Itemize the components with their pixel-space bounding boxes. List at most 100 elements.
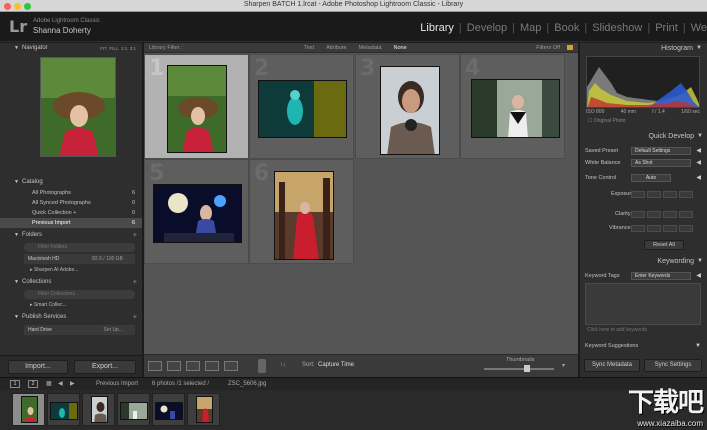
- lock-icon[interactable]: [567, 45, 573, 50]
- filmstrip-cell[interactable]: [117, 393, 150, 426]
- clarity-decrease-large[interactable]: [631, 211, 645, 218]
- filmstrip-cell[interactable]: [82, 393, 115, 426]
- painter-icon[interactable]: [258, 359, 266, 373]
- library-toolbar: ↑↓ Sort: Capture Time Thumbnails ▾: [144, 354, 578, 377]
- zoom-3-1[interactable]: 3:1: [130, 46, 136, 51]
- expand-triangle-icon[interactable]: ◀: [696, 173, 701, 183]
- module-map[interactable]: Map: [515, 22, 546, 34]
- folder-filter-input[interactable]: Filter Folders: [24, 243, 135, 252]
- grid-cell[interactable]: 6: [249, 159, 354, 264]
- filmstrip-cell[interactable]: [152, 393, 185, 426]
- module-slideshow[interactable]: Slideshow: [587, 22, 647, 34]
- navigator-header[interactable]: ▼ Navigator FIT FILL 1:1 3:1: [0, 43, 142, 54]
- catalog-item[interactable]: Quick Collection +0: [0, 208, 142, 218]
- expand-triangle-icon[interactable]: ◀: [696, 158, 701, 168]
- exposure-increase[interactable]: [663, 191, 677, 198]
- grid-view-button[interactable]: [148, 361, 162, 371]
- clarity-increase[interactable]: [663, 211, 677, 218]
- filmstrip-cell[interactable]: [187, 393, 220, 426]
- sort-value-dropdown[interactable]: Capture Time: [318, 362, 354, 368]
- import-button[interactable]: Import...: [8, 360, 68, 374]
- filter-text[interactable]: Text: [304, 43, 314, 53]
- add-publish-icon[interactable]: +: [133, 312, 137, 323]
- zoom-1-1[interactable]: 1:1: [121, 46, 127, 51]
- grid-cell[interactable]: 1: [144, 54, 249, 159]
- grid-cell[interactable]: 2: [249, 54, 354, 159]
- clarity-increase-large[interactable]: [679, 211, 693, 218]
- collection-filter-input[interactable]: Filter Collections: [24, 290, 135, 299]
- clarity-decrease[interactable]: [647, 211, 661, 218]
- module-library[interactable]: Library: [415, 22, 459, 34]
- export-button[interactable]: Export...: [74, 360, 136, 374]
- collection-item[interactable]: ▸ Smart Collec...: [30, 301, 135, 310]
- filters-off-dropdown[interactable]: Filters Off: [536, 43, 560, 53]
- sort-direction-icon[interactable]: ↑↓: [280, 362, 286, 368]
- photo-thumbnail[interactable]: [380, 66, 440, 155]
- grid-cell[interactable]: 4: [460, 54, 565, 159]
- histogram-header[interactable]: Histogram ▼: [580, 43, 707, 54]
- vibrance-decrease-large[interactable]: [631, 225, 645, 232]
- keyword-textarea[interactable]: [585, 283, 701, 325]
- exposure-decrease-large[interactable]: [631, 191, 645, 198]
- survey-view-button[interactable]: [205, 361, 219, 371]
- toolbar-menu-icon[interactable]: ▾: [562, 362, 565, 369]
- zoom-fill[interactable]: FILL: [109, 46, 118, 51]
- publish-item[interactable]: Hard Drive Set Up...: [24, 325, 135, 335]
- module-print[interactable]: Print: [650, 22, 683, 34]
- original-photo-checkbox[interactable]: ☐ Original Photo: [588, 118, 626, 124]
- auto-tone-button[interactable]: Auto: [631, 174, 671, 182]
- folder-item[interactable]: ▸ Sharpen AI Adobe...: [30, 266, 135, 275]
- white-balance-dropdown[interactable]: As Shot: [631, 159, 691, 167]
- saved-preset-dropdown[interactable]: Default Settings: [631, 147, 691, 155]
- zoom-fit[interactable]: FIT: [100, 46, 107, 51]
- loupe-view-button[interactable]: [167, 361, 181, 371]
- collections-header[interactable]: ▼ Collections +: [0, 277, 142, 288]
- photo-thumbnail[interactable]: [258, 80, 347, 138]
- filter-attribute[interactable]: Attribute: [326, 43, 346, 53]
- module-develop[interactable]: Develop: [462, 22, 512, 34]
- exposure-increase-large[interactable]: [679, 191, 693, 198]
- photo-thumbnail[interactable]: [471, 79, 560, 138]
- people-view-button[interactable]: [224, 361, 238, 371]
- photo-thumbnail[interactable]: [274, 171, 334, 260]
- photo-thumbnail[interactable]: [167, 65, 227, 153]
- catalog-item[interactable]: All Synced Photographs 0: [0, 198, 142, 208]
- sync-settings-button[interactable]: Sync Settings: [644, 359, 702, 372]
- folders-header[interactable]: ▼ Folders +: [0, 230, 142, 241]
- compare-view-button[interactable]: [186, 361, 200, 371]
- exposure-decrease[interactable]: [647, 191, 661, 198]
- expand-triangle-icon[interactable]: ◀: [696, 146, 701, 156]
- publish-services-header[interactable]: ▼ Publish Services +: [0, 312, 142, 323]
- photo-thumbnail[interactable]: [153, 184, 242, 243]
- volume-row[interactable]: Macintosh HD 82.6 / 100 GB: [24, 254, 135, 264]
- filter-metadata[interactable]: Metadata: [359, 43, 382, 53]
- keywording-header[interactable]: Keywording ▼: [580, 256, 707, 267]
- keyword-suggestions-row[interactable]: Keyword Suggestions ▼: [585, 341, 703, 351]
- add-collection-icon[interactable]: +: [133, 277, 137, 288]
- expand-triangle-icon[interactable]: ◀: [696, 271, 701, 281]
- module-book[interactable]: Book: [549, 22, 584, 34]
- module-web[interactable]: We: [686, 22, 707, 34]
- screen-1-button[interactable]: 1: [10, 380, 20, 388]
- catalog-item-selected[interactable]: Previous Import 6: [0, 218, 142, 228]
- navigator-preview[interactable]: [40, 57, 116, 157]
- keyword-input[interactable]: Click here to add keywords: [587, 327, 647, 333]
- quick-develop-header[interactable]: Quick Develop ▼: [580, 131, 707, 142]
- add-folder-icon[interactable]: +: [133, 230, 137, 241]
- grid-cell[interactable]: 3: [355, 54, 460, 159]
- vibrance-increase[interactable]: [663, 225, 677, 232]
- catalog-header[interactable]: ▼ Catalog: [0, 177, 142, 188]
- screen-2-button[interactable]: 2: [28, 380, 38, 388]
- vibrance-decrease[interactable]: [647, 225, 661, 232]
- filmstrip-cell[interactable]: [12, 393, 45, 426]
- thumbnail-slider-handle[interactable]: [524, 365, 530, 372]
- filter-none[interactable]: None: [394, 43, 407, 53]
- reset-all-button[interactable]: Reset All: [644, 240, 684, 250]
- grid-cell[interactable]: 5: [144, 159, 249, 264]
- filmstrip-cell[interactable]: [47, 393, 80, 426]
- keyword-tags-dropdown[interactable]: Enter Keywords: [631, 272, 691, 280]
- sync-metadata-button[interactable]: Sync Metadata: [584, 359, 640, 372]
- vibrance-increase-large[interactable]: [679, 225, 693, 232]
- catalog-item[interactable]: All Photographs 6: [0, 188, 142, 198]
- thumbnail-size-slider[interactable]: [484, 368, 554, 370]
